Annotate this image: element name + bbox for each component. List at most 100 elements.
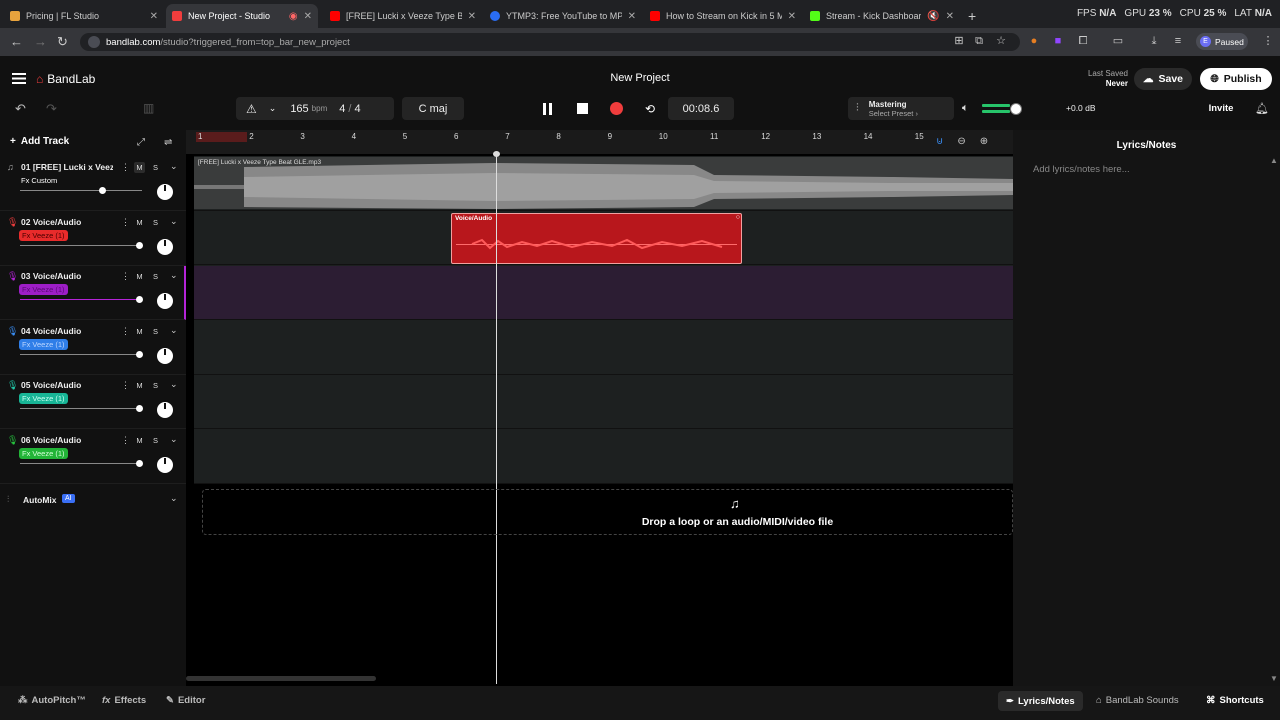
redo-icon[interactable]: ↷	[46, 101, 57, 117]
ruler-bar-number[interactable]: 2	[249, 132, 253, 141]
add-track-button[interactable]: + Add Track	[10, 136, 69, 147]
track-name[interactable]: 06 Voice/Audio	[21, 435, 113, 445]
ruler-bar-number[interactable]: 10	[659, 132, 668, 141]
translate-icon[interactable]: ⊞	[953, 35, 965, 47]
chevron-down-icon[interactable]: ⌄	[170, 493, 178, 504]
volume-slider-knob[interactable]	[135, 241, 143, 249]
volume-slider-knob[interactable]	[135, 460, 143, 467]
bandlab-logo[interactable]: ⌂ BandLab	[36, 72, 95, 86]
track-name[interactable]: 04 Voice/Audio	[21, 326, 113, 336]
track-name[interactable]: 05 Voice/Audio	[21, 380, 113, 390]
url-input[interactable]: bandlab.com/studio?triggered_from=top_ba…	[80, 33, 1020, 51]
volume-slider-track[interactable]	[20, 353, 142, 355]
solo-button[interactable]: S	[150, 380, 161, 391]
audio-clip-beat[interactable]: [FREE] Lucki x Veeze Type Beat GLE.mp3	[194, 157, 1013, 209]
media-control-icon[interactable]: ≡	[1172, 35, 1184, 47]
track-options-icon[interactable]: ⋮	[121, 217, 130, 228]
track-options-icon[interactable]: ⋮	[121, 435, 130, 446]
site-info-icon[interactable]	[88, 36, 100, 48]
zoom-out-icon[interactable]: ⊖	[957, 136, 965, 147]
reload-icon[interactable]: ↻	[57, 34, 68, 50]
volume-slider-knob[interactable]	[135, 296, 143, 304]
loop-button[interactable]: ⟲	[640, 99, 660, 119]
lane-track-5[interactable]	[194, 375, 1013, 429]
close-tab-icon[interactable]: ✕	[788, 11, 796, 22]
close-tab-icon[interactable]: ✕	[468, 11, 476, 22]
chevron-down-icon[interactable]: ⌄	[170, 379, 178, 390]
mute-button[interactable]: M	[134, 217, 145, 228]
mute-button[interactable]: M	[134, 435, 145, 446]
publish-button[interactable]: 🌐︎ Publish	[1200, 68, 1272, 90]
stop-button[interactable]	[572, 99, 592, 119]
browser-tab[interactable]: Stream - Kick Dashboard 🔇 ✕	[804, 4, 960, 28]
key-selector[interactable]: C maj	[402, 97, 464, 120]
track-fx-badge[interactable]: Fx Veeze (1)	[19, 393, 68, 405]
pan-knob[interactable]	[157, 293, 173, 310]
zoom-in-icon[interactable]: ⊕	[980, 136, 988, 147]
track-header[interactable]: 🎙︎ 03 Voice/Audio Fx Veeze (1) ⋮ M S ⌄	[0, 266, 186, 321]
lane-track-6[interactable]	[194, 430, 1013, 484]
mastering-button[interactable]: ⫶ Mastering Select Preset ›	[848, 97, 954, 120]
volume-slider-track[interactable]	[20, 463, 142, 464]
invite-button[interactable]: Invite	[1200, 97, 1242, 119]
track-options-icon[interactable]: ⋮	[121, 271, 130, 282]
chevron-down-icon[interactable]: ⌄	[170, 270, 178, 281]
undo-icon[interactable]: ↶	[15, 101, 26, 117]
pan-knob[interactable]	[157, 347, 173, 364]
track-header[interactable]: 🎙︎ 06 Voice/Audio Fx Veeze (1) ⋮ M S ⌄	[0, 430, 186, 484]
record-button[interactable]	[606, 99, 626, 119]
notifications-bell-icon[interactable]: 🔔︎	[1255, 102, 1269, 115]
chevron-down-icon[interactable]: ⌄	[170, 434, 178, 445]
speaker-mute-icon[interactable]: 🔈︎	[962, 102, 969, 115]
ruler-bar-number[interactable]: 15	[915, 132, 924, 141]
forward-icon[interactable]: →	[34, 34, 47, 49]
volume-slider-knob[interactable]	[98, 187, 106, 194]
ruler-bar-number[interactable]: 4	[352, 132, 356, 141]
drop-zone[interactable]	[202, 489, 1013, 535]
track-options-icon[interactable]: ⋮	[121, 326, 130, 337]
project-title[interactable]: New Project	[540, 72, 740, 84]
solo-button[interactable]: S	[150, 162, 161, 173]
extension-icon[interactable]: ●	[1028, 35, 1040, 47]
track-name[interactable]: 01 [FREE] Lucki x Veez...	[21, 162, 113, 172]
solo-button[interactable]: S	[150, 271, 161, 282]
lane-track-3[interactable]	[194, 266, 1013, 320]
volume-slider-knob[interactable]	[135, 350, 143, 358]
pan-knob[interactable]	[157, 238, 173, 255]
lyrics-notes-tab[interactable]: ✒ Lyrics/Notes	[998, 691, 1083, 711]
mute-button[interactable]: M	[134, 162, 145, 173]
snap-magnet-icon[interactable]: ⊍	[936, 136, 943, 147]
automix-row[interactable]: ⫶ AutoMix AI ⌄	[0, 490, 186, 510]
track-header[interactable]: ♫ 01 [FREE] Lucki x Veez... Fx Custom ⋮ M S ⌄	[0, 157, 186, 211]
chevron-down-icon[interactable]: ⌄	[170, 161, 178, 172]
playhead[interactable]	[496, 154, 497, 684]
ruler-bar-number[interactable]: 1	[198, 132, 202, 141]
track-header[interactable]: 🎙︎ 04 Voice/Audio Fx Veeze (1) ⋮ M S ⌄	[0, 321, 186, 375]
ruler-bar-number[interactable]: 7	[505, 132, 509, 141]
profile-button[interactable]: E Paused	[1196, 33, 1248, 50]
playhead-handle[interactable]	[493, 151, 500, 157]
track-options-icon[interactable]: ⋮	[121, 162, 130, 173]
track-fx-badge[interactable]: Fx Veeze (1)	[19, 448, 68, 459]
bpm-value[interactable]: 165	[290, 103, 308, 115]
volume-slider-track[interactable]	[20, 244, 142, 246]
track-fx-badge[interactable]: Fx Custom	[18, 175, 60, 186]
audio-clip-voice[interactable]: Voice/Audio ○	[451, 213, 742, 264]
effects-button[interactable]: fx Effects	[102, 695, 146, 706]
chevron-down-icon[interactable]: ⌄	[170, 325, 178, 336]
loop-region[interactable]	[196, 132, 247, 142]
back-icon[interactable]: ←	[10, 34, 23, 49]
volume-slider-knob[interactable]	[135, 405, 143, 413]
ruler-bar-number[interactable]: 14	[864, 132, 873, 141]
mute-tab-icon[interactable]: 🔇	[927, 11, 939, 22]
bookmark-star-icon[interactable]: ☆	[995, 35, 1007, 47]
downloads-icon[interactable]: ⤓	[1148, 35, 1160, 47]
mute-button[interactable]: M	[134, 380, 145, 391]
pan-knob[interactable]	[157, 402, 173, 419]
solo-button[interactable]: S	[150, 435, 161, 446]
volume-slider-track[interactable]	[20, 408, 142, 410]
browser-tab[interactable]: How to Stream on Kick in 5 Min ✕	[644, 4, 802, 28]
track-name[interactable]: 03 Voice/Audio	[21, 271, 113, 281]
volume-slider-track[interactable]	[20, 190, 142, 191]
browser-tab[interactable]: Pricing | FL Studio ✕	[4, 4, 164, 28]
